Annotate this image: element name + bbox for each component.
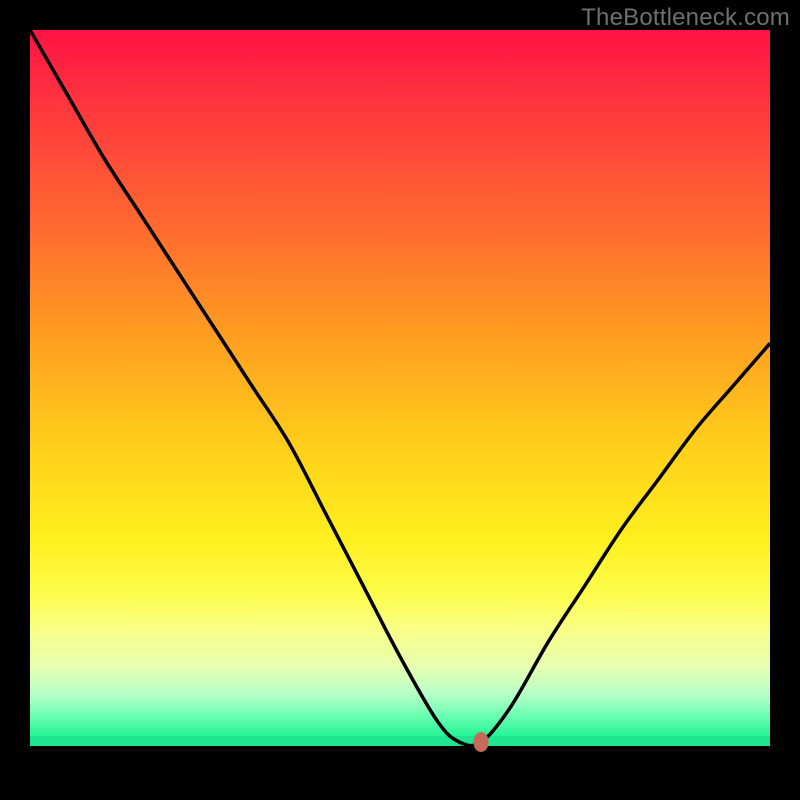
- minimum-marker: [474, 732, 489, 752]
- watermark-text: TheBottleneck.com: [581, 4, 790, 32]
- curve-path: [30, 30, 770, 746]
- bottleneck-curve: [30, 30, 770, 770]
- plot-area: [30, 30, 770, 770]
- chart-frame: TheBottleneck.com: [0, 0, 800, 800]
